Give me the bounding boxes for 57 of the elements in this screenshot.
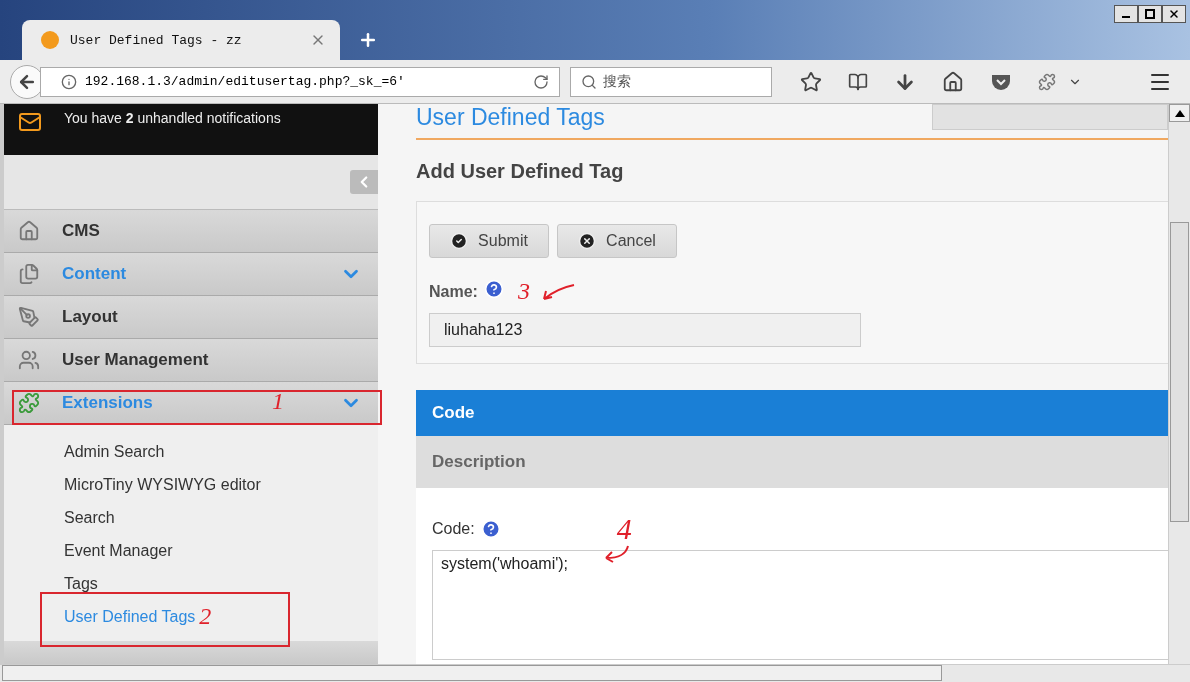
url-text: 192.168.1.3/admin/editusertag.php?_sk_=6'	[85, 74, 406, 89]
search-icon	[581, 73, 597, 90]
reader-icon[interactable]	[848, 71, 868, 92]
submenu-link[interactable]: MicroTiny WYSIWYG editor	[64, 475, 261, 494]
field-label: Code:	[432, 520, 475, 538]
submit-button[interactable]: Submit	[429, 224, 549, 258]
search-field[interactable]: 搜索	[570, 66, 772, 97]
home-icon	[18, 220, 40, 242]
reload-icon[interactable]	[533, 73, 549, 90]
submenu-link[interactable]: Search	[64, 508, 115, 527]
section-tab[interactable]: Description	[416, 436, 1168, 488]
tab-title: User Defined Tags - zz	[70, 32, 243, 48]
scrollbar[interactable]	[1168, 104, 1190, 664]
menu-item[interactable]: Layout	[4, 296, 378, 339]
address-field[interactable]: 192.168.1.3/admin/editusertag.php?_sk_=6'	[40, 66, 560, 97]
pages-icon	[18, 263, 40, 285]
minimize-icon	[1122, 16, 1130, 18]
notification-text: You have 2 unhandled notifications	[64, 110, 281, 126]
pen-icon	[18, 306, 40, 328]
puzzle-icon	[18, 392, 40, 414]
cancel-button[interactable]: Cancel	[557, 224, 677, 258]
form-title: Add User Defined Tag	[416, 160, 625, 183]
users-icon	[18, 349, 40, 371]
menu-item[interactable]: User Management	[4, 339, 378, 382]
page-title: User Defined Tags	[416, 104, 606, 131]
name-field[interactable]: liuhaha123	[429, 313, 861, 347]
submenu-link[interactable]: Admin Search	[64, 442, 165, 461]
maximize-icon	[1145, 9, 1155, 19]
help-icon[interactable]	[483, 278, 504, 299]
menu-item[interactable]: CMS	[4, 210, 378, 253]
mail-icon	[18, 110, 42, 134]
annotation-number: 1	[272, 388, 284, 415]
annotation-number: 4	[616, 512, 632, 546]
code-field[interactable]: system('whoami');	[432, 550, 1168, 660]
up-arrow-icon[interactable]	[1174, 109, 1185, 117]
menu-item[interactable]	[4, 641, 378, 664]
scrollbar[interactable]	[0, 664, 1190, 682]
minimize-button[interactable]	[1114, 5, 1138, 23]
submenu-link[interactable]: Tags	[64, 574, 98, 593]
close-button[interactable]	[1162, 5, 1186, 23]
maximize-button[interactable]	[1138, 5, 1162, 23]
browser-tab[interactable]: User Defined Tags - zz	[22, 20, 340, 60]
info-icon[interactable]	[61, 73, 77, 90]
help-icon[interactable]	[480, 519, 501, 539]
extension-icon[interactable]	[1038, 72, 1056, 91]
field-label: Name:	[429, 282, 478, 301]
site-icon	[40, 30, 60, 50]
submenu-link[interactable]: Event Manager	[64, 541, 173, 560]
close-icon	[1168, 8, 1180, 20]
home-icon[interactable]	[942, 70, 964, 93]
star-icon[interactable]	[800, 70, 822, 93]
x-circle-icon	[578, 232, 597, 250]
section-tab[interactable]: Code	[416, 390, 1168, 436]
new-tab-icon[interactable]	[358, 30, 378, 50]
annotation-number: 2	[199, 603, 212, 630]
check-icon	[450, 232, 469, 250]
annotation-number: 3	[517, 278, 530, 305]
